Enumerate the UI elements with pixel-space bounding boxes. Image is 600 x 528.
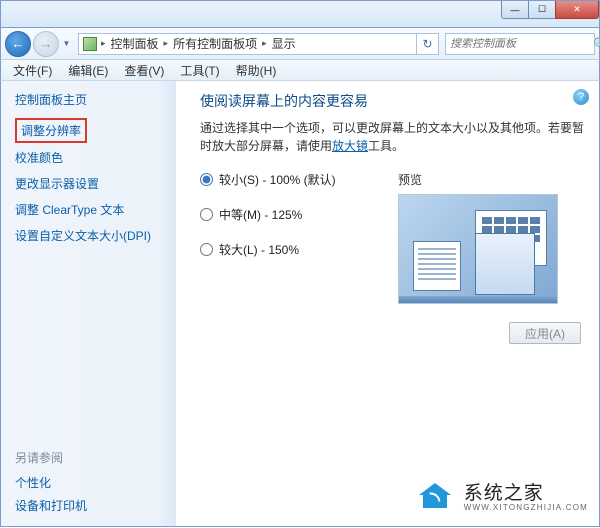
watermark-text-cn: 系统之家 [464,484,588,503]
preview-window-icon [475,233,535,295]
option-medium[interactable]: 中等(M) - 125% [200,206,380,223]
preview-area: 预览 [380,171,585,304]
option-label: 中等(M) - 125% [219,206,302,223]
watermark: 系统之家 WWW.XITONGZHIJIA.COM [414,480,588,516]
menu-view[interactable]: 查看(V) [118,61,170,80]
history-dropdown-icon[interactable]: ▼ [61,34,72,54]
search-icon[interactable]: 🔍 [593,37,600,51]
chevron-right-icon[interactable]: ▸ [162,38,171,49]
menu-edit[interactable]: 编辑(E) [62,61,114,80]
content-pane: ? 使阅读屏幕上的内容更容易 通过选择其中一个选项，可以更改屏幕上的文本大小以及… [176,81,599,526]
radio-larger[interactable] [200,243,213,256]
breadcrumb-item[interactable]: 所有控制面板项 [171,35,259,52]
option-smaller[interactable]: 较小(S) - 100% (默认) [200,171,380,188]
maximize-button[interactable]: ☐ [528,1,556,19]
search-box[interactable]: 🔍 [445,33,595,55]
titlebar: — ☐ ✕ [0,0,600,28]
help-icon[interactable]: ? [573,89,589,105]
sidebar-home[interactable]: 控制面板主页 [15,91,166,108]
refresh-icon[interactable]: ↻ [417,33,439,55]
see-also-header: 另请参阅 [15,449,166,466]
option-larger[interactable]: 较大(L) - 150% [200,241,380,258]
option-label: 较大(L) - 150% [219,241,299,258]
radio-medium[interactable] [200,208,213,221]
page-heading: 使阅读屏幕上的内容更容易 [200,91,585,111]
window-controls: — ☐ ✕ [502,1,599,19]
sidebar-see-also: 另请参阅 个性化 设备和打印机 [15,449,166,518]
navigation-bar: ← → ▼ ▸ 控制面板 ▸ 所有控制面板项 ▸ 显示 ↻ 🔍 [0,28,600,60]
sidebar-item-calibrate[interactable]: 校准颜色 [15,146,166,169]
forward-button[interactable]: → [33,31,59,57]
watermark-text-en: WWW.XITONGZHIJIA.COM [464,504,588,512]
apply-button[interactable]: 应用(A) [509,322,581,344]
sidebar-item-dpi[interactable]: 设置自定义文本大小(DPI) [15,224,166,247]
sidebar-link-devices[interactable]: 设备和打印机 [15,495,166,516]
minimize-button[interactable]: — [501,1,529,19]
sidebar-item-resolution[interactable]: 调整分辨率 [15,118,87,143]
sidebar-item-cleartype[interactable]: 调整 ClearType 文本 [15,198,166,221]
page-description: 通过选择其中一个选项，可以更改屏幕上的文本大小以及其他项。若要暂时放大部分屏幕，… [200,119,585,155]
desc-text: 工具。 [368,139,404,153]
menubar: 文件(F) 编辑(E) 查看(V) 工具(T) 帮助(H) [0,60,600,81]
main-area: 控制面板主页 调整分辨率 校准颜色 更改显示器设置 调整 ClearType 文… [0,81,600,527]
menu-tools[interactable]: 工具(T) [174,61,225,80]
breadcrumb-item[interactable]: 控制面板 [109,35,161,52]
menu-file[interactable]: 文件(F) [7,61,58,80]
chevron-right-icon[interactable]: ▸ [260,38,269,49]
breadcrumb-item[interactable]: 显示 [270,35,298,52]
preview-label: 预览 [398,171,585,188]
sidebar-item-display-settings[interactable]: 更改显示器设置 [15,172,166,195]
magnifier-link[interactable]: 放大镜 [332,139,368,153]
sidebar: 控制面板主页 调整分辨率 校准颜色 更改显示器设置 调整 ClearType 文… [1,81,176,526]
preview-image [398,194,558,304]
preview-taskbar-icon [399,296,557,303]
size-options: 较小(S) - 100% (默认) 中等(M) - 125% 较大(L) - 1… [200,171,380,304]
back-button[interactable]: ← [5,31,31,57]
search-input[interactable] [450,38,593,50]
menu-help[interactable]: 帮助(H) [230,61,283,80]
sidebar-link-personalize[interactable]: 个性化 [15,472,166,493]
nav-arrows: ← → ▼ [5,31,72,57]
chevron-right-icon[interactable]: ▸ [99,38,108,49]
preview-window-icon [413,241,461,291]
option-label: 较小(S) - 100% (默认) [219,171,336,188]
watermark-logo-icon [414,480,458,516]
control-panel-icon [83,37,97,51]
close-button[interactable]: ✕ [555,1,599,19]
radio-smaller[interactable] [200,173,213,186]
breadcrumb[interactable]: ▸ 控制面板 ▸ 所有控制面板项 ▸ 显示 [78,33,417,55]
